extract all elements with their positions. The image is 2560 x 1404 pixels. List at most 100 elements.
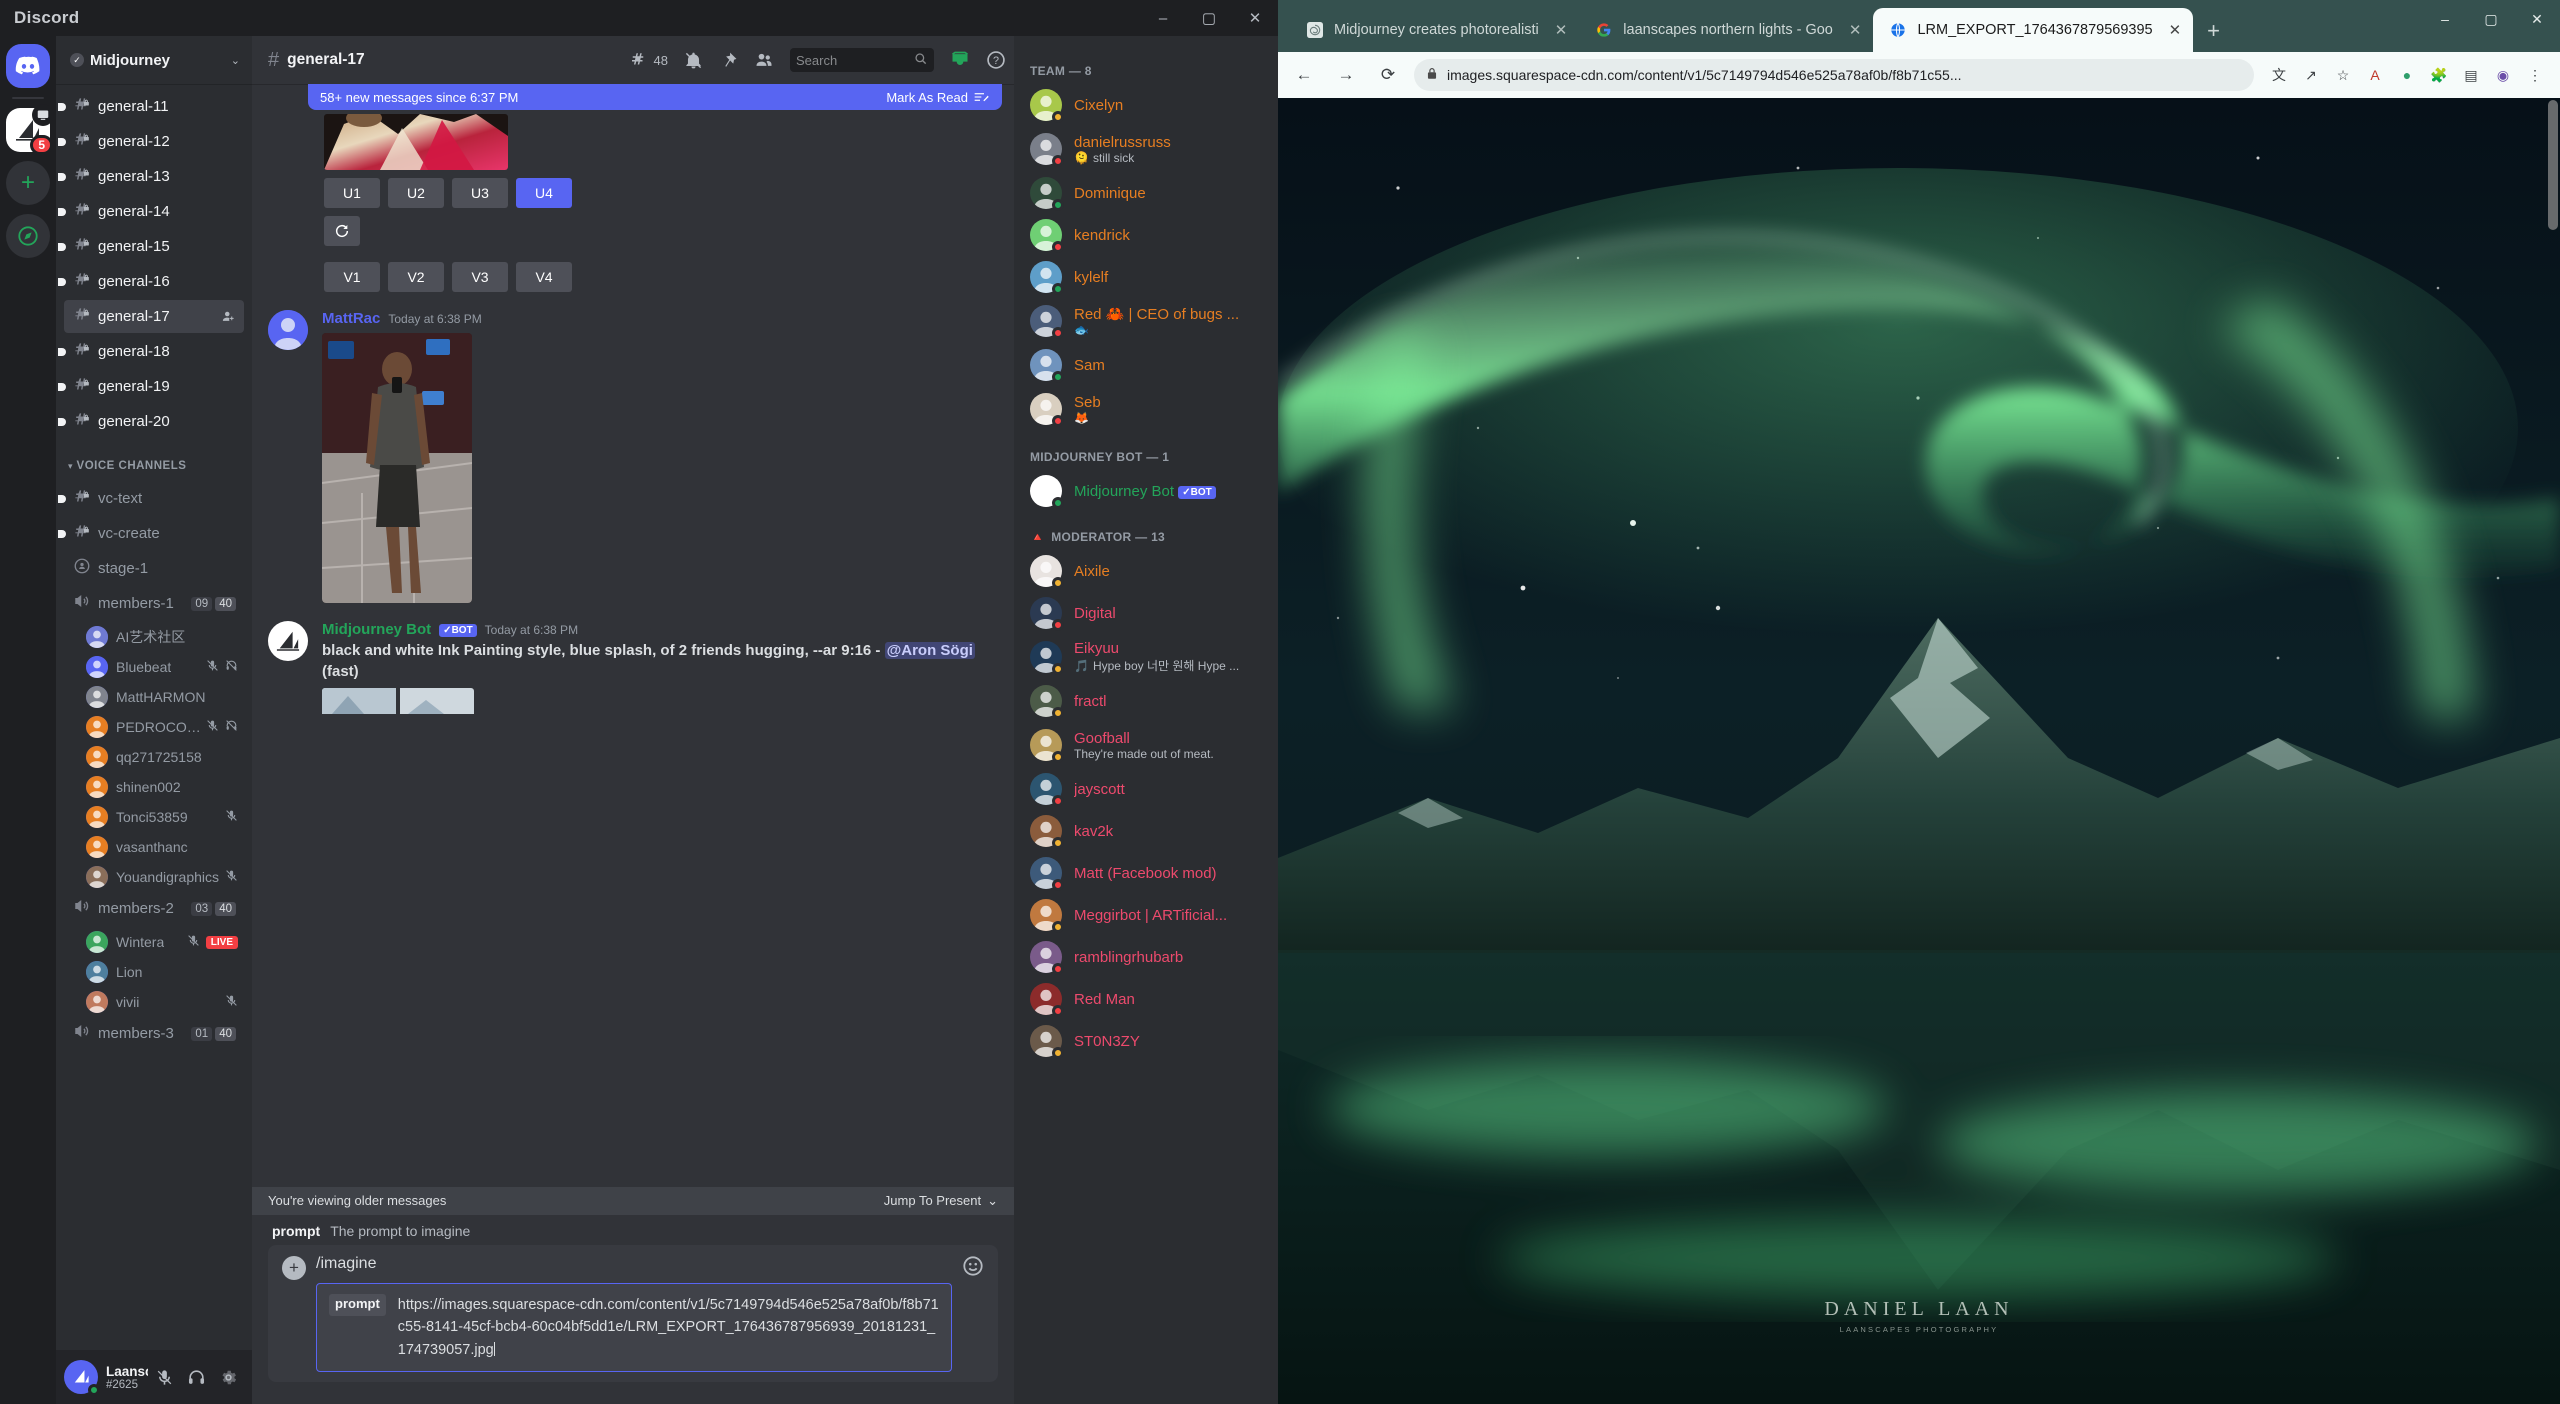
tab-close-button[interactable]: ✕ [2169,21,2182,39]
slash-arg-value[interactable]: https://images.squarespace-cdn.com/conte… [398,1294,939,1361]
message-attachment-photo[interactable] [322,333,1002,603]
tab-close-button[interactable]: ✕ [1555,21,1568,39]
voice-member-shinen002[interactable]: shinen002 [80,772,244,802]
channel-item-general-16[interactable]: general-16 [58,265,244,298]
voice-member-qq271725158[interactable]: qq271725158 [80,742,244,772]
bookmark-icon[interactable]: ☆ [2332,64,2354,86]
members-icon[interactable] [754,50,774,70]
upscale-button-u2[interactable]: U2 [388,178,444,208]
message-input-wrapper[interactable]: + /imagine prompt https://images.squares… [268,1244,998,1382]
voice-channel-vc-create[interactable]: vc-create [58,517,244,550]
user-mention[interactable]: @Aron Sögi [884,642,975,659]
member-row-Matt (Facebook mod)[interactable]: Matt (Facebook mod) [1022,852,1270,894]
add-attachment-button[interactable]: + [282,1255,306,1280]
headset-icon[interactable] [180,1361,212,1393]
member-row-jayscott[interactable]: jayscott [1022,768,1270,810]
jump-to-present-button[interactable]: Jump To Present ⌄ [884,1193,998,1209]
member-row-Meggirbot | ARTificial...[interactable]: Meggirbot | ARTificial... [1022,894,1270,936]
emoji-icon[interactable] [962,1255,984,1283]
mic-icon[interactable] [148,1361,180,1393]
variation-button-v1[interactable]: V1 [324,262,380,292]
sidebar-icon[interactable]: ▤ [2460,64,2482,86]
voice-member-AI艺术社区[interactable]: AI艺术社区 [80,622,244,652]
avatar[interactable] [268,621,308,661]
browser-minimize-button[interactable]: – [2422,0,2468,38]
home-button[interactable] [6,44,50,88]
avatar[interactable] [64,1360,100,1396]
browser-maximize-button[interactable]: ▢ [2468,0,2514,38]
menu-icon[interactable]: ⋮ [2524,64,2546,86]
tab-close-button[interactable]: ✕ [1849,21,1862,39]
help-icon[interactable]: ? [986,50,1006,70]
user-info[interactable]: Laanscapes #2625 [106,1364,148,1391]
member-row-Digital[interactable]: Digital [1022,592,1270,634]
member-row-danielrussruss[interactable]: danielrussruss 🫠 still sick [1022,126,1270,172]
page-scrollbar[interactable] [2548,100,2558,230]
upscale-button-u3[interactable]: U3 [452,178,508,208]
member-row-Cixelyn[interactable]: Cixelyn [1022,84,1270,126]
voice-channel-members-1[interactable]: members-1 09 40 [64,587,244,620]
channel-item-general-13[interactable]: general-13 [58,160,244,193]
avatar[interactable] [268,310,308,350]
channel-item-general-14[interactable]: general-14 [58,195,244,228]
upscale-button-u1[interactable]: U1 [324,178,380,208]
member-row-ST0N3ZY[interactable]: ST0N3ZY [1022,1020,1270,1062]
member-row-kylelf[interactable]: kylelf [1022,256,1270,298]
circle-icon[interactable]: ● [2396,64,2418,86]
voice-channel-stage-1[interactable]: stage-1 [64,552,244,585]
server-header[interactable]: ✓ Midjourney ⌄ [56,36,252,84]
voice-channel-vc-text[interactable]: vc-text [58,482,244,515]
member-row-kendrick[interactable]: kendrick [1022,214,1270,256]
channel-item-general-12[interactable]: general-12 [58,125,244,158]
browser-tab-2[interactable]: LRM_EXPORT_1764367879569395 ✕ [1873,8,2194,52]
translate-icon[interactable]: 文 [2268,64,2290,86]
channel-item-general-11[interactable]: general-11 [58,90,244,123]
mark-as-read-button[interactable]: Mark As Read [886,90,990,105]
member-row-Aixile[interactable]: Aixile [1022,550,1270,592]
maximize-button[interactable]: ▢ [1186,0,1232,36]
voice-member-vasanthanc[interactable]: vasanthanc [80,832,244,862]
message-author[interactable]: MattRac [322,310,380,327]
member-list[interactable]: TEAM — 8 Cixelyn danielrussruss 🫠 still sick… [1014,36,1278,1404]
voice-member-Lion[interactable]: Lion [80,957,244,987]
variation-button-v3[interactable]: V3 [452,262,508,292]
search-input[interactable]: Search [790,48,934,72]
puzzle-icon[interactable]: 🧩 [2428,64,2450,86]
minimize-button[interactable]: – [1140,0,1186,36]
pin-icon[interactable] [719,51,738,70]
voice-member-vivii[interactable]: vivii [80,987,244,1017]
member-row-Red 🦀 | CEO of bugs ...[interactable]: Red 🦀 | CEO of bugs ... 🐟 [1022,298,1270,344]
gear-icon[interactable] [212,1361,244,1393]
upscale-button-u4[interactable]: U4 [516,178,572,208]
category-voice-channels[interactable]: ▾ VOICE CHANNELS [64,452,244,480]
server-icon-midjourney[interactable]: 5 [6,104,54,155]
close-button[interactable]: ✕ [1232,0,1278,36]
voice-member-Tonci53859[interactable]: Tonci53859 [80,802,244,832]
voice-member-Bluebeat[interactable]: Bluebeat [80,652,244,682]
explore-servers-button[interactable] [6,214,50,258]
browser-tab-0[interactable]: Midjourney creates photorealisti ✕ [1290,8,1579,52]
add-member-icon[interactable] [221,309,236,324]
browser-close-button[interactable]: ✕ [2514,0,2560,38]
generated-image-preview[interactable] [322,688,1002,715]
account-icon[interactable]: ◉ [2492,64,2514,86]
voice-channel-members-3[interactable]: members-3 01 40 [64,1017,244,1050]
message-scroller[interactable]: 58+ new messages since 6:37 PM Mark As R… [252,84,1014,1215]
message-author[interactable]: Midjourney Bot [322,621,431,638]
channel-item-general-19[interactable]: general-19 [58,370,244,403]
variation-button-v4[interactable]: V4 [516,262,572,292]
member-row-Red Man[interactable]: Red Man [1022,978,1270,1020]
forward-button[interactable]: → [1330,59,1362,91]
voice-member-MattHARMON[interactable]: MattHARMON [80,682,244,712]
voice-member-PEDROCOELHO...[interactable]: PEDROCOELHO... [80,712,244,742]
channel-item-general-17[interactable]: general-17 [64,300,244,333]
inbox-icon[interactable] [950,50,970,70]
member-row-Seb[interactable]: Seb 🦊 [1022,386,1270,432]
generated-image-partial[interactable] [324,114,1002,170]
reroll-button[interactable] [324,216,360,246]
threads-icon[interactable]: 48 [631,51,668,69]
slash-command-arg[interactable]: prompt https://images.squarespace-cdn.co… [316,1282,952,1372]
member-row-Midjourney Bot[interactable]: Midjourney Bot ✓BOT [1022,470,1270,512]
add-server-button[interactable]: + [6,161,50,205]
voice-channel-members-2[interactable]: members-2 03 40 [64,892,244,925]
